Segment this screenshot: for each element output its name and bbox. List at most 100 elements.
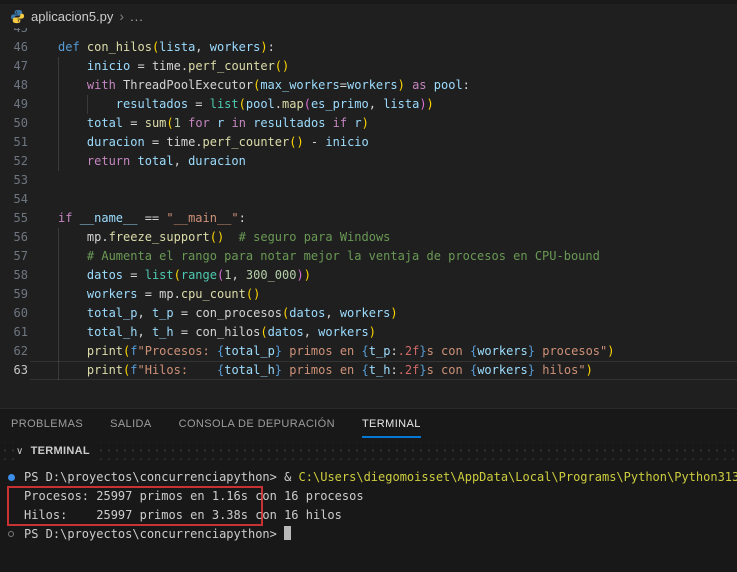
code-line[interactable]: 57 # Aumenta el rango para notar mejor l… bbox=[0, 247, 737, 266]
code-token: : bbox=[390, 363, 397, 377]
breadcrumb-filename[interactable]: aplicacion5.py bbox=[31, 9, 113, 24]
code-line[interactable]: 47 inicio = time.perf_counter() bbox=[0, 57, 737, 76]
code-token: t_h bbox=[369, 363, 391, 377]
line-number[interactable]: 47 bbox=[0, 57, 28, 76]
line-number[interactable]: 53 bbox=[0, 171, 28, 190]
code-token: resultados bbox=[253, 116, 325, 130]
breadcrumb-symbol-more[interactable]: ... bbox=[130, 9, 144, 24]
line-number[interactable]: 63 bbox=[0, 361, 28, 380]
terminal-section-header[interactable]: ∨ TERMINAL bbox=[0, 438, 737, 464]
code-token: ) bbox=[296, 268, 303, 282]
code-token: = bbox=[123, 268, 145, 282]
code-line[interactable]: 53 bbox=[0, 171, 737, 190]
prompt-decoration-icon[interactable] bbox=[8, 531, 14, 537]
code-token: } bbox=[275, 363, 282, 377]
code-token: es_primo bbox=[311, 97, 369, 111]
code-editor[interactable]: 4546def con_hilos(lista, workers):47 ini… bbox=[0, 28, 737, 408]
code-token: s con bbox=[427, 363, 470, 377]
line-number[interactable]: 48 bbox=[0, 76, 28, 95]
code-token: primos en bbox=[282, 344, 361, 358]
code-token bbox=[72, 211, 79, 225]
code-line[interactable]: 58 datos = list(range(1, 300_000)) bbox=[0, 266, 737, 285]
line-number[interactable]: 54 bbox=[0, 190, 28, 209]
code-text: workers = mp.cpu_count() bbox=[58, 285, 260, 304]
panel-tab-bar: PROBLEMAS SALIDA CONSOLA DE DEPURACIÓN TERM… bbox=[0, 409, 737, 438]
panel-tab-terminal[interactable]: TERMINAL bbox=[362, 409, 421, 438]
code-token: , bbox=[325, 306, 339, 320]
chevron-down-icon[interactable]: ∨ bbox=[16, 446, 24, 457]
code-token bbox=[58, 306, 87, 320]
line-number[interactable]: 56 bbox=[0, 228, 28, 247]
line-number[interactable]: 57 bbox=[0, 247, 28, 266]
line-number[interactable]: 51 bbox=[0, 133, 28, 152]
line-number[interactable]: 61 bbox=[0, 323, 28, 342]
line-number[interactable]: 49 bbox=[0, 95, 28, 114]
line-number[interactable]: 52 bbox=[0, 152, 28, 171]
code-token: resultados bbox=[116, 97, 188, 111]
code-line[interactable]: 48 with ThreadPoolExecutor(max_workers=w… bbox=[0, 76, 737, 95]
code-line[interactable]: 50 total = sum(1 for r in resultados if … bbox=[0, 114, 737, 133]
code-line[interactable]: 63 print(f"Hilos: {total_h} primos en {t… bbox=[0, 361, 737, 380]
code-token: for bbox=[188, 116, 210, 130]
code-line[interactable]: 62 print(f"Procesos: {total_p} primos en… bbox=[0, 342, 737, 361]
code-token: ) bbox=[419, 97, 426, 111]
panel-tab-problemas[interactable]: PROBLEMAS bbox=[11, 409, 83, 438]
code-line[interactable]: 54 bbox=[0, 190, 737, 209]
code-token: list bbox=[210, 97, 239, 111]
code-token: . bbox=[181, 59, 188, 73]
code-token: # Aumenta el rango para notar mejor la v… bbox=[87, 249, 600, 263]
command-run-decoration-icon[interactable] bbox=[8, 474, 15, 481]
code-token: f bbox=[130, 344, 137, 358]
code-token bbox=[58, 116, 87, 130]
code-token: mp bbox=[159, 287, 173, 301]
code-token: total bbox=[87, 116, 123, 130]
panel-tab-consola-de-depuración[interactable]: CONSOLA DE DEPURACIÓN bbox=[179, 409, 335, 438]
code-token: total_p bbox=[224, 344, 275, 358]
code-line[interactable]: 59 workers = mp.cpu_count() bbox=[0, 285, 737, 304]
line-number[interactable]: 46 bbox=[0, 38, 28, 57]
line-number[interactable]: 50 bbox=[0, 114, 28, 133]
line-number[interactable]: 55 bbox=[0, 209, 28, 228]
code-line[interactable]: 56 mp.freeze_support() # seguro para Win… bbox=[0, 228, 737, 247]
line-number[interactable]: 59 bbox=[0, 285, 28, 304]
code-token: pool bbox=[246, 97, 275, 111]
code-token: datos bbox=[268, 325, 304, 339]
code-line[interactable]: 55if __name__ == "__main__": bbox=[0, 209, 737, 228]
code-token: __name__ bbox=[80, 211, 138, 225]
code-token: = bbox=[145, 135, 167, 149]
code-token: = bbox=[174, 306, 196, 320]
code-line[interactable]: 52 return total, duracion bbox=[0, 152, 737, 171]
code-line[interactable]: 61 total_h, t_h = con_hilos(datos, worke… bbox=[0, 323, 737, 342]
code-line[interactable]: 46 def con_hilos(lista, workers): bbox=[0, 38, 737, 57]
line-number[interactable]: 62 bbox=[0, 342, 28, 361]
code-token: , bbox=[174, 154, 188, 168]
code-token: con_procesos bbox=[195, 306, 282, 320]
terminal-line: PS D:\proyectos\concurrenciapython> & C:… bbox=[0, 468, 737, 487]
terminal-text: Hilos: 25997 primos en 3.38s con 16 hilo… bbox=[24, 508, 342, 522]
code-text: def con_hilos(lista, workers): bbox=[58, 38, 275, 57]
code-line[interactable]: 49 resultados = list(pool.map(es_primo, … bbox=[0, 95, 737, 114]
line-number[interactable]: 45 bbox=[0, 28, 28, 38]
code-line[interactable]: 51 duracion = time.perf_counter() - inic… bbox=[0, 133, 737, 152]
line-number[interactable]: 58 bbox=[0, 266, 28, 285]
terminal-output[interactable]: PS D:\proyectos\concurrenciapython> & C:… bbox=[0, 464, 737, 572]
code-token: total bbox=[138, 154, 174, 168]
code-token: = bbox=[123, 116, 145, 130]
line-number[interactable]: 60 bbox=[0, 304, 28, 323]
code-token: : bbox=[268, 40, 275, 54]
code-token: perf_counter bbox=[203, 135, 290, 149]
code-token: duracion bbox=[87, 135, 145, 149]
code-line[interactable]: 60 total_p, t_p = con_procesos(datos, wo… bbox=[0, 304, 737, 323]
terminal-line: Procesos: 25997 primos en 1.16s con 16 p… bbox=[0, 487, 737, 506]
code-token: 1 bbox=[174, 116, 181, 130]
drag-dots-pattern bbox=[0, 442, 737, 460]
code-line[interactable]: 45 bbox=[0, 28, 737, 38]
code-token: ) bbox=[362, 116, 369, 130]
code-token: inicio bbox=[87, 59, 130, 73]
code-token: ) bbox=[586, 363, 593, 377]
code-text: resultados = list(pool.map(es_primo, lis… bbox=[58, 95, 434, 114]
code-token: "Procesos: bbox=[138, 344, 217, 358]
code-token: workers bbox=[87, 287, 138, 301]
code-token: t_p bbox=[152, 306, 174, 320]
panel-tab-salida[interactable]: SALIDA bbox=[110, 409, 152, 438]
